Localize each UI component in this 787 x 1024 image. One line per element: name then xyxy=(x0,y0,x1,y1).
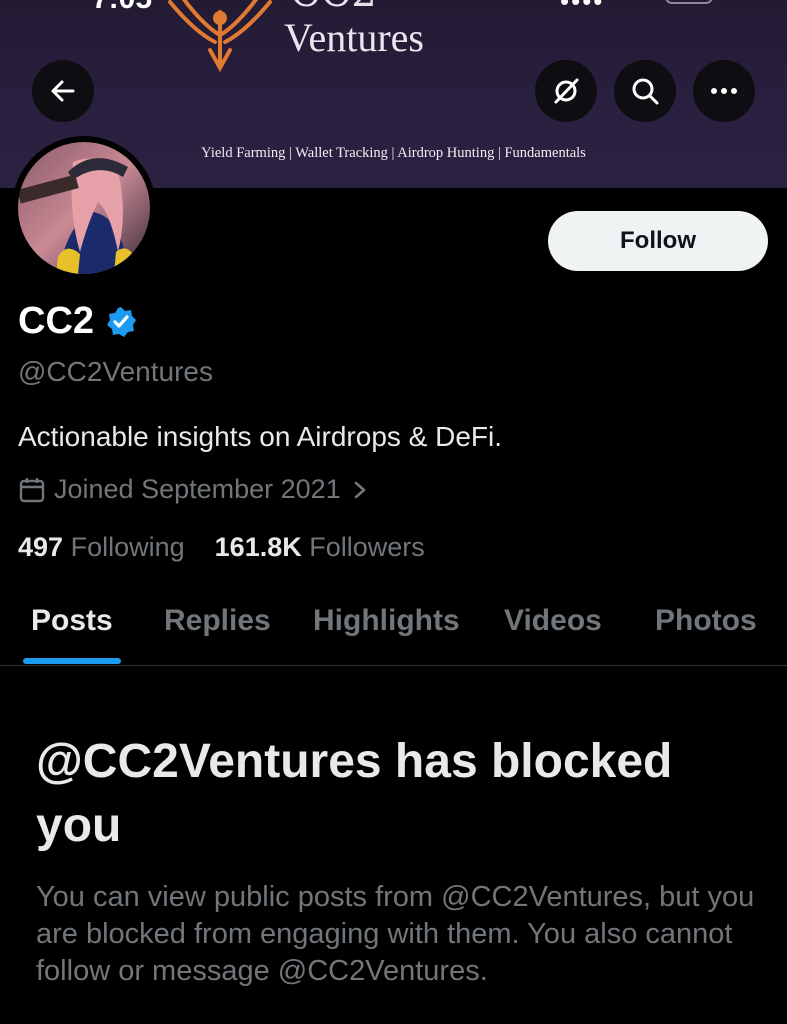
tab-posts[interactable]: Posts xyxy=(31,604,113,638)
verified-badge-icon xyxy=(107,306,137,337)
more-button[interactable] xyxy=(693,60,755,122)
following-link[interactable]: 497 Following xyxy=(18,532,185,562)
profile-handle: @CC2Ventures xyxy=(18,356,213,387)
followers-count: 161.8K xyxy=(214,532,302,562)
status-time: 7:05 xyxy=(92,0,152,16)
following-count: 497 xyxy=(18,532,64,562)
signal-icon: •••• xyxy=(560,0,605,16)
calendar-icon xyxy=(19,477,45,502)
blocked-title: @CC2Ventures has blocked you xyxy=(36,735,673,852)
followers-label: Followers xyxy=(309,532,425,562)
grok-button[interactable] xyxy=(535,60,597,122)
avatar-image xyxy=(18,142,150,274)
tab-highlights[interactable]: Highlights xyxy=(313,604,460,638)
profile-name-row: CC2 xyxy=(18,300,138,343)
tab-videos[interactable]: Videos xyxy=(504,604,602,638)
search-icon xyxy=(632,78,659,105)
brand-name: Ventures xyxy=(284,15,424,60)
profile-tabs: Posts Replies Highlights Videos Photos xyxy=(0,596,787,666)
slash-circle-icon xyxy=(554,78,579,104)
followers-link[interactable]: 161.8K Followers xyxy=(215,532,425,562)
follow-stats: 497 Following 161.8K Followers xyxy=(18,532,425,563)
joined-date[interactable]: Joined September 2021 xyxy=(18,474,371,505)
status-indicators: •••• xyxy=(560,0,713,16)
profile-avatar[interactable] xyxy=(12,136,156,280)
profile-bio: Actionable insights on Airdrops & DeFi. xyxy=(18,421,503,452)
more-horizontal-icon xyxy=(711,88,737,94)
follow-button[interactable]: Follow xyxy=(548,211,768,271)
chevron-right-icon xyxy=(354,481,366,498)
tab-replies[interactable]: Replies xyxy=(164,604,271,638)
tab-photos[interactable]: Photos xyxy=(655,604,757,638)
active-tab-indicator xyxy=(23,658,121,664)
search-button[interactable] xyxy=(614,60,676,122)
blocked-message: You can view public posts from @CC2Ventu… xyxy=(36,881,755,987)
arrow-left-icon xyxy=(51,80,75,102)
back-button[interactable] xyxy=(32,60,94,122)
phoenix-logo xyxy=(168,0,272,72)
profile-name: CC2 xyxy=(18,300,95,342)
joined-text: Joined September 2021 xyxy=(54,474,341,504)
battery-icon xyxy=(665,0,713,4)
following-label: Following xyxy=(70,532,185,562)
